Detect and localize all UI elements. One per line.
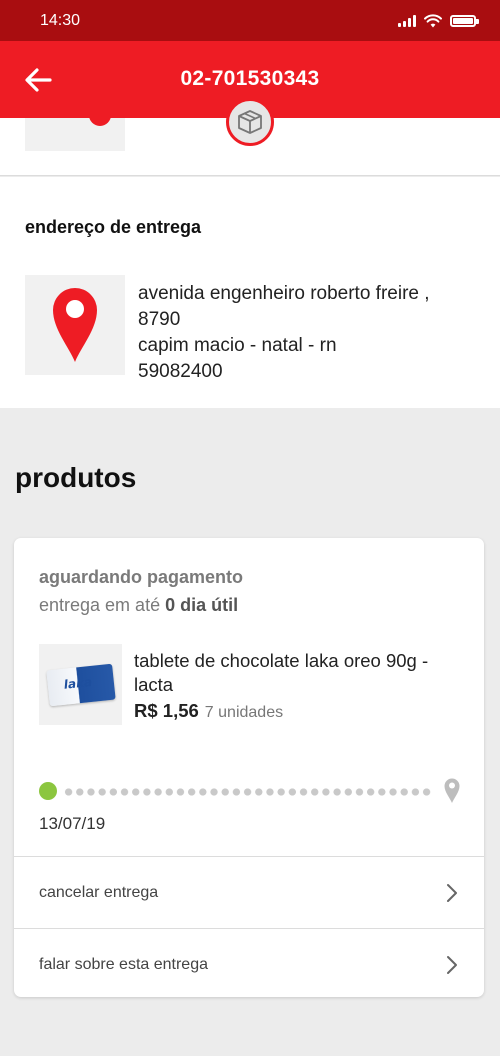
product-image: laka <box>39 644 122 725</box>
destination-pin-icon <box>444 778 460 803</box>
address-street: avenida engenheiro roberto freire , <box>138 283 430 304</box>
delivery-address-section: endereço de entrega avenida engenheiro r… <box>0 177 500 408</box>
product-image-label: laka <box>62 674 93 692</box>
battery-icon <box>450 14 479 27</box>
product-card: aguardando pagamento entrega em até 0 di… <box>14 538 484 997</box>
delivery-value: 0 dia útil <box>165 595 239 615</box>
arrow-left-icon <box>25 68 52 92</box>
package-icon <box>238 110 262 134</box>
product-quantity: 7 unidades <box>204 704 284 721</box>
delivery-prefix: entrega em até <box>39 595 161 615</box>
signal-icon <box>398 14 416 27</box>
map-pin-icon <box>53 288 97 362</box>
address-zip: 59082400 <box>138 361 223 382</box>
chevron-right-icon <box>447 955 457 974</box>
store-pin-icon <box>89 118 111 126</box>
back-button[interactable] <box>22 65 54 95</box>
order-number-title: 02-701530343 <box>180 66 320 90</box>
delivery-estimate: entrega em até 0 dia útil <box>39 595 238 616</box>
order-status: aguardando pagamento <box>39 567 244 587</box>
status-bar: 14:30 <box>0 0 500 41</box>
package-badge <box>226 98 274 146</box>
tracker-date: 13/07/19 <box>39 814 106 833</box>
status-icons <box>398 13 479 28</box>
products-heading: produtos <box>15 462 137 493</box>
address-number: 8790 <box>138 309 181 330</box>
talk-about-delivery-label: falar sobre esta entrega <box>39 955 208 973</box>
delivery-tracker <box>39 778 469 804</box>
address-heading: endereço de entrega <box>25 217 202 237</box>
status-time: 14:30 <box>40 11 81 29</box>
address-thumbnail <box>25 275 125 375</box>
cancel-delivery-label: cancelar entrega <box>39 883 159 901</box>
wifi-icon <box>424 13 442 27</box>
cancel-delivery-button[interactable]: cancelar entrega <box>14 856 484 928</box>
chevron-right-icon <box>447 883 457 902</box>
store-thumbnail <box>25 118 125 151</box>
chocolate-bar-image: laka <box>45 663 116 706</box>
tracker-start-dot <box>39 782 57 800</box>
product-price: R$ 1,56 <box>134 700 199 721</box>
product-name: tablete de chocolate laka oreo 90g - lac… <box>134 650 429 695</box>
tracker-progress-dots <box>63 788 433 796</box>
address-district-city: capim macio - natal - rn <box>138 335 337 356</box>
talk-about-delivery-button[interactable]: falar sobre esta entrega <box>14 928 484 997</box>
address-text: avenida engenheiro roberto freire , 8790… <box>138 281 478 385</box>
product-price-row: R$ 1,56 7 unidades <box>134 700 283 722</box>
